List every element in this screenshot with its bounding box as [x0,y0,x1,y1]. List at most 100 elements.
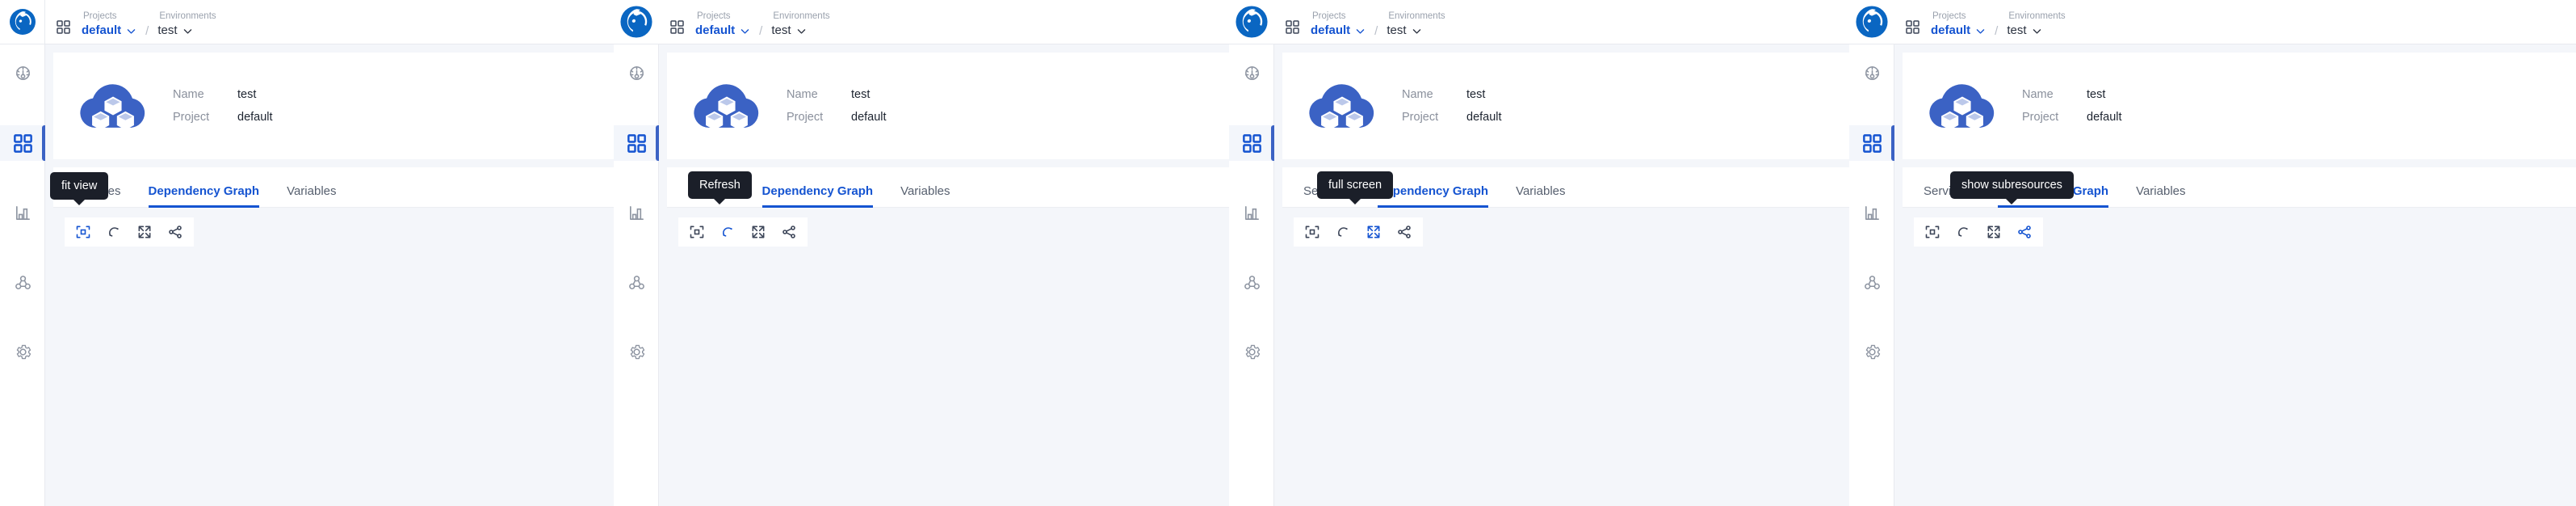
tab-variables[interactable]: Variables [900,184,950,207]
sidebar-item-settings[interactable] [1229,334,1274,369]
sidebar-item-metrics[interactable] [614,195,659,230]
sidebar-item-dashboard[interactable] [1229,56,1274,91]
fit-view-button[interactable] [688,223,706,241]
tab-bar: Services Dependency Graph Variables [53,167,614,208]
sidebar-item-metrics[interactable] [0,195,45,230]
bar-chart-icon [629,205,644,220]
full-screen-button[interactable] [136,223,153,241]
refresh-button[interactable] [1334,223,1352,241]
tooltip-full-screen: full screen [1317,171,1394,205]
sidebar-item-topology[interactable] [1229,264,1274,300]
gear-icon [630,344,644,359]
apps-switcher-button[interactable] [1906,20,1919,39]
breadcrumb-projects[interactable]: Projects default [1311,11,1366,39]
full-screen-button[interactable] [749,223,767,241]
chevron-down-icon[interactable] [1412,26,1422,36]
sidebar [0,44,45,506]
environments-value[interactable]: test [1387,23,1406,39]
show-subresources-button[interactable] [1395,223,1413,241]
projects-value[interactable]: default [82,23,121,39]
sidebar-item-dashboard[interactable] [0,56,45,91]
show-subresources-button[interactable] [780,223,798,241]
sidebar-item-metrics[interactable] [1849,195,1894,230]
sidebar-item-dashboard[interactable] [614,56,659,91]
full-screen-button[interactable] [1985,223,2003,241]
fit-view-button[interactable] [1924,223,1941,241]
breadcrumb-separator: / [145,24,149,38]
chevron-down-icon[interactable] [1355,26,1366,36]
tab-dependency-graph[interactable]: Dependency Graph [1377,184,1488,208]
sidebar-item-resources[interactable] [0,125,45,161]
projects-value[interactable]: default [1931,23,1970,39]
breadcrumb-environments[interactable]: Environments test [1387,11,1445,39]
tab-variables[interactable]: Variables [287,184,336,207]
refresh-button[interactable] [1954,223,1972,241]
breadcrumb-environments[interactable]: Environments test [2007,11,2065,39]
environments-value[interactable]: test [157,23,177,39]
app-logo[interactable] [1229,0,1274,44]
full-screen-button[interactable] [1365,223,1382,241]
sidebar-item-resources[interactable] [614,125,659,161]
nodes-icon [15,275,31,289]
sidebar-item-topology[interactable] [1849,264,1894,300]
chevron-down-icon[interactable] [1975,26,1986,36]
chevron-down-icon[interactable] [126,26,136,36]
sidebar [1849,44,1894,506]
apps-switcher-button[interactable] [57,20,70,39]
dependency-graph-area [1903,208,2576,491]
breadcrumb-projects[interactable]: Projects default [695,11,750,39]
fit-view-icon [1305,226,1319,238]
sidebar-item-settings[interactable] [0,334,45,369]
apps-switcher-button[interactable] [1286,20,1299,39]
fit-view-button[interactable] [1303,223,1321,241]
app-logo[interactable] [0,0,45,44]
breadcrumb: Projects default / Environments test [1274,0,1445,44]
chevron-down-icon[interactable] [796,26,807,36]
sidebar-item-resources[interactable] [1849,125,1894,161]
apps-switcher-button[interactable] [670,20,684,39]
breadcrumb-projects[interactable]: Projects default [1931,11,1986,39]
chevron-down-icon[interactable] [740,26,750,36]
tab-dependency-graph[interactable]: Dependency Graph [761,184,873,208]
fit-view-button[interactable] [74,223,92,241]
environments-label: Environments [1388,11,1445,21]
chevron-down-icon[interactable] [183,26,193,36]
show-subresources-button[interactable] [2016,223,2033,241]
environments-value[interactable]: test [2007,23,2026,39]
projects-value[interactable]: default [695,23,735,39]
refresh-button[interactable] [105,223,123,241]
info-key-values: Name test Project default [173,83,273,129]
grid-apps-icon [670,20,684,34]
breadcrumb-projects[interactable]: Projects default [82,11,136,39]
sidebar-item-metrics[interactable] [1229,195,1274,230]
tab-variables[interactable]: Variables [2136,184,2185,207]
sidebar-item-topology[interactable] [614,264,659,300]
show-subresources-button[interactable] [166,223,184,241]
refresh-button[interactable] [719,223,736,241]
info-row: Project default [2022,106,2122,129]
grid-apps-icon [1862,133,1882,153]
gauge-icon [15,65,30,80]
tab-variables[interactable]: Variables [1516,184,1565,207]
info-row: Project default [787,106,887,129]
sidebar-item-resources[interactable] [1229,125,1274,161]
breadcrumb-environments[interactable]: Environments test [157,11,216,39]
tabs-card: Services Dependency Graph Variables [1903,167,2576,491]
sidebar-item-settings[interactable] [614,334,659,369]
bar-chart-icon [1865,205,1879,220]
sidebar-item-topology[interactable] [0,264,45,300]
chevron-down-icon[interactable] [2032,26,2042,36]
app-logo[interactable] [1849,0,1894,44]
tab-dependency-graph[interactable]: Dependency Graph [148,184,259,208]
sidebar-item-settings[interactable] [1849,334,1894,369]
breadcrumb-environments[interactable]: Environments test [771,11,829,39]
environments-value[interactable]: test [771,23,791,39]
panel-4: Projects default / Environments test Nam… [1849,0,2576,506]
app-logo[interactable] [614,0,659,44]
graph-toolbar [1294,217,1423,247]
grid-apps-icon [57,20,70,34]
sidebar-item-dashboard[interactable] [1849,56,1894,91]
projects-value[interactable]: default [1311,23,1350,39]
info-key: Name [173,88,204,101]
projects-label: Projects [1932,11,1966,21]
